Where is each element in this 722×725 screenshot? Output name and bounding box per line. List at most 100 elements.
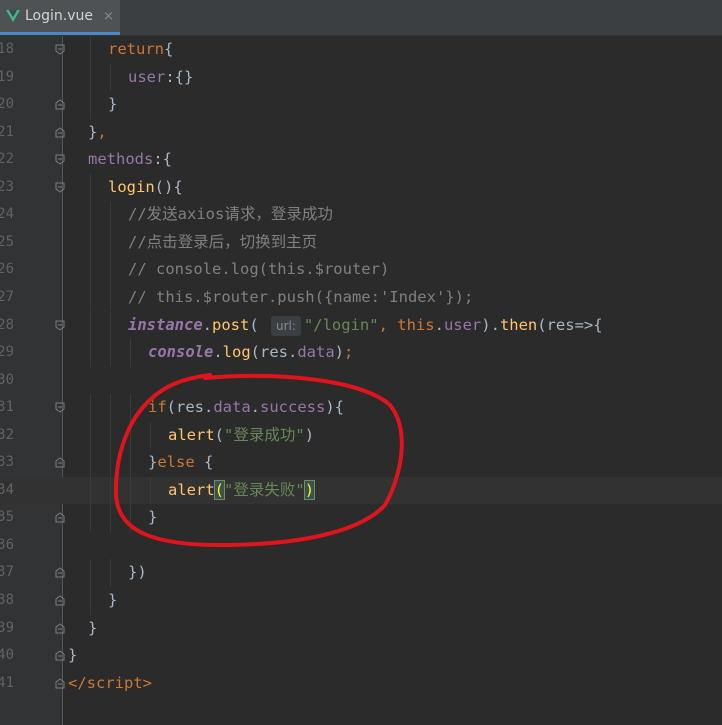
line-number: 24 xyxy=(0,206,14,223)
line-number: 21 xyxy=(0,123,14,140)
indent-guide xyxy=(90,394,91,422)
code-text: login(){ xyxy=(108,177,183,196)
indent-guide xyxy=(110,63,111,92)
indent-guide xyxy=(150,421,151,450)
code-editor[interactable]: 18 return{19 user:{} 20} 21}, 22 methods:{23 lo… xyxy=(0,36,722,725)
fold-collapse-icon[interactable] xyxy=(55,512,65,523)
indent-guide xyxy=(90,256,91,284)
code-line[interactable]: 36 xyxy=(0,532,722,560)
code-line[interactable]: 37}) xyxy=(0,559,722,587)
code-line[interactable]: 21}, xyxy=(0,119,722,147)
code-line[interactable]: 39} xyxy=(0,615,722,643)
indent-guide xyxy=(150,476,151,505)
indent-guide xyxy=(110,449,111,477)
fold-collapse-icon[interactable] xyxy=(55,622,65,634)
line-number: 31 xyxy=(0,399,14,416)
fold-collapse-icon[interactable] xyxy=(55,127,65,138)
line-number: 35 xyxy=(0,509,14,526)
fold-expand-icon[interactable] xyxy=(55,154,65,165)
indent-guide xyxy=(130,421,131,450)
line-number: 19 xyxy=(0,68,14,85)
tab-login-vue[interactable]: Login.vue × xyxy=(0,0,120,35)
indent-guide xyxy=(90,476,91,505)
line-number: 34 xyxy=(0,481,14,498)
line-number: 37 xyxy=(0,564,14,581)
code-line[interactable]: 33 }else { xyxy=(0,449,722,477)
indent-guide xyxy=(90,201,91,229)
indent-guide xyxy=(110,559,111,587)
editor-tab-bar: Login.vue × xyxy=(0,0,722,36)
indent-guide xyxy=(90,559,91,587)
code-line[interactable]: 30 xyxy=(0,367,722,395)
code-text: alert("登录成功") xyxy=(168,425,315,444)
code-text: //点击登录后，切换到主页 xyxy=(128,232,318,251)
code-text: }, xyxy=(88,122,107,141)
indent-guide xyxy=(90,91,91,119)
indent-guide xyxy=(110,201,111,229)
fold-expand-icon[interactable] xyxy=(55,182,65,193)
indent-guide xyxy=(90,311,91,340)
fold-expand-icon[interactable] xyxy=(55,320,65,331)
code-line[interactable]: 28 instance.post( url: "/login", this.user… xyxy=(0,311,722,340)
fold-collapse-icon[interactable] xyxy=(55,678,65,689)
code-line[interactable]: 35} xyxy=(0,504,722,532)
fold-collapse-icon[interactable] xyxy=(55,457,65,468)
line-number: 25 xyxy=(0,233,14,250)
indent-guide xyxy=(110,421,111,450)
close-icon[interactable]: × xyxy=(103,9,114,24)
code-line[interactable]: 25 //点击登录后，切换到主页 xyxy=(0,228,722,257)
code-line[interactable]: 19 user:{} xyxy=(0,63,722,92)
code-line[interactable]: 38} xyxy=(0,587,722,615)
line-number: 18 xyxy=(0,41,14,57)
indent-guide xyxy=(90,449,91,477)
indent-guide xyxy=(110,476,111,505)
fold-expand-icon[interactable] xyxy=(55,44,65,55)
indent-guide xyxy=(110,228,111,257)
fold-collapse-icon[interactable] xyxy=(55,595,65,606)
vue-icon xyxy=(6,10,20,22)
code-line[interactable]: 40} xyxy=(0,642,722,670)
tab-filename: Login.vue xyxy=(25,8,93,24)
fold-collapse-icon[interactable] xyxy=(55,99,65,110)
fold-collapse-icon[interactable] xyxy=(55,650,65,661)
code-line[interactable]: 20} xyxy=(0,91,722,119)
fold-collapse-icon[interactable] xyxy=(55,567,65,578)
code-line[interactable]: 18 return{ xyxy=(0,36,722,64)
code-line[interactable]: 29 console.log(res.data); xyxy=(0,339,722,367)
code-text: console.log(res.data); xyxy=(148,343,354,362)
code-line[interactable]: 22 methods:{ xyxy=(0,146,722,174)
indent-guide xyxy=(90,173,91,202)
line-number: 22 xyxy=(0,151,14,168)
code-text: instance.post( url: "/login", this.user).… xyxy=(128,315,603,336)
code-text: }) xyxy=(128,563,147,582)
code-text: </script> xyxy=(68,673,152,692)
line-number: 38 xyxy=(0,592,14,608)
code-line[interactable]: 32 alert("登录成功") xyxy=(0,421,722,450)
code-line[interactable]: 23 login(){ xyxy=(0,173,722,202)
code-text: // this.$router.push({name:'Index'}); xyxy=(128,287,474,306)
code-text: methods:{ xyxy=(88,150,172,169)
code-line[interactable]: 31 if(res.data.success){ xyxy=(0,394,722,422)
indent-guide xyxy=(90,36,91,64)
code-line[interactable]: 26 // console.log(this.$router) xyxy=(0,256,722,284)
code-text: // console.log(this.$router) xyxy=(128,260,390,279)
code-line[interactable]: 24 //发送axios请求，登录成功 xyxy=(0,201,722,229)
indent-guide xyxy=(90,587,91,615)
line-number: 27 xyxy=(0,288,14,305)
code-text: }else { xyxy=(148,453,214,472)
code-line[interactable]: 34 alert("登录失败") xyxy=(0,476,722,505)
indent-guide xyxy=(110,504,111,532)
code-line[interactable]: 27 // this.$router.push({name:'Index'}); xyxy=(0,283,722,312)
indent-guide xyxy=(130,476,131,505)
indent-guide xyxy=(130,504,131,532)
fold-expand-icon[interactable] xyxy=(55,402,65,413)
indent-guide xyxy=(90,228,91,257)
line-number: 36 xyxy=(0,536,14,553)
line-number: 33 xyxy=(0,454,14,471)
indent-guide xyxy=(110,283,111,312)
indent-guide xyxy=(90,504,91,532)
indent-guide xyxy=(110,256,111,284)
line-number: 29 xyxy=(0,344,14,361)
code-text: //发送axios请求，登录成功 xyxy=(128,205,333,224)
code-line[interactable]: 41 </script> xyxy=(0,670,722,698)
